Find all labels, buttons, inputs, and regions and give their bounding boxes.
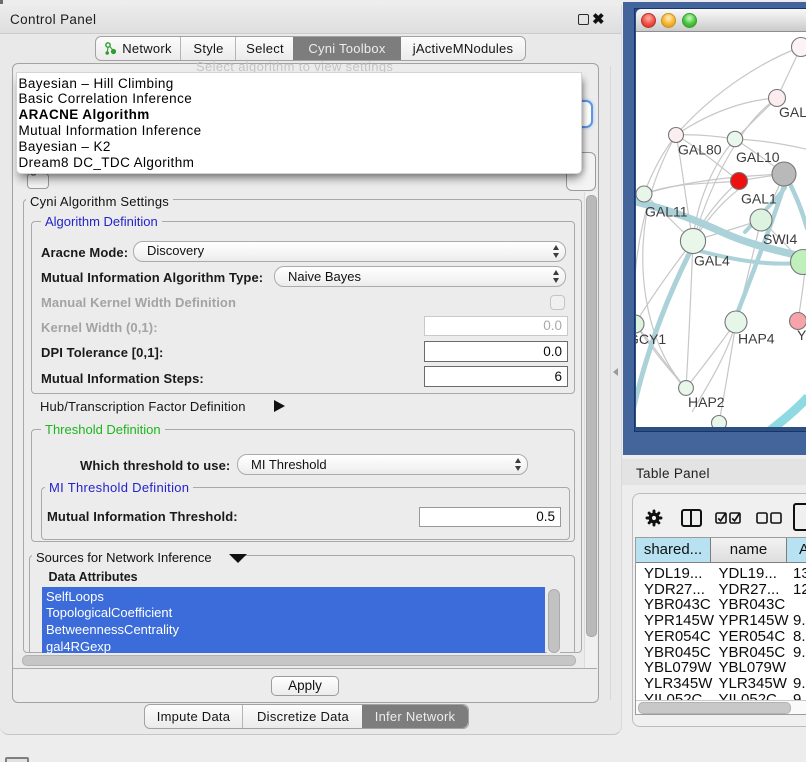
svg-text:GAL4: GAL4: [694, 253, 730, 269]
svg-text:GCY1: GCY1: [636, 331, 666, 347]
svg-text:GAL10: GAL10: [736, 149, 780, 165]
svg-text:GAL1: GAL1: [741, 191, 777, 207]
svg-text:HAP4: HAP4: [738, 331, 775, 347]
svg-text:SWI4: SWI4: [763, 231, 797, 247]
svg-text:Y: Y: [797, 327, 806, 343]
svg-text:GAL80: GAL80: [678, 142, 722, 158]
svg-text:HAP2: HAP2: [688, 394, 725, 410]
svg-text:GAL11: GAL11: [645, 204, 688, 220]
svg-text:GAL7: GAL7: [779, 104, 806, 120]
